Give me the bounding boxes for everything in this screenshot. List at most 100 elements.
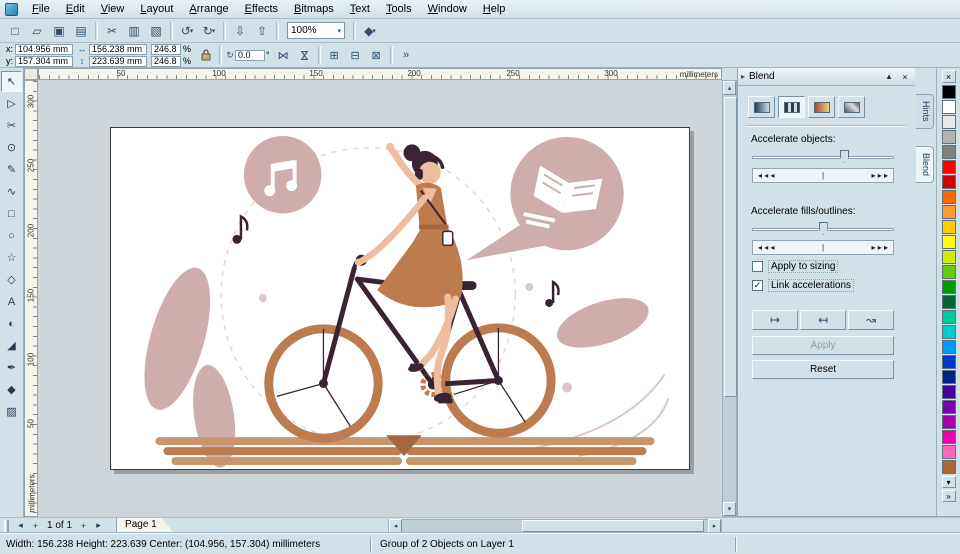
blend-acceleration-tab[interactable]	[778, 96, 805, 118]
height-field[interactable]: 223.639 mm	[89, 56, 147, 67]
palette-swatch[interactable]	[942, 445, 956, 459]
angle-field[interactable]: 0.0	[235, 50, 265, 61]
tab-blend[interactable]: Blend	[916, 146, 934, 183]
zoom-level-combo[interactable]: 100% ▾	[287, 22, 345, 39]
menu-text[interactable]: Text	[342, 1, 378, 17]
palette-swatch[interactable]	[942, 190, 956, 204]
pick-tool[interactable]: ↖	[1, 71, 22, 92]
palette-swatch[interactable]	[942, 400, 956, 414]
menu-help[interactable]: Help	[475, 1, 514, 17]
palette-swatch[interactable]	[942, 250, 956, 264]
docker-flyout-icon[interactable]: ▸	[741, 72, 745, 81]
smart-fill-tool[interactable]: ∿	[1, 181, 22, 202]
palette-swatch[interactable]	[942, 205, 956, 219]
width-field[interactable]: 156.238 mm	[89, 44, 147, 55]
blend-color-tab[interactable]	[808, 96, 835, 118]
cut-button[interactable]: ✂	[101, 21, 123, 41]
tab-hints[interactable]: Hints	[916, 94, 934, 129]
accelerate-objects-slider[interactable]	[752, 150, 894, 164]
prev-page-button[interactable]: ◂	[13, 519, 28, 533]
vertical-scroll-thumb[interactable]	[724, 97, 737, 397]
freehand-tool[interactable]: ✎	[1, 159, 22, 180]
blend-start-button[interactable]: ↦	[752, 310, 798, 330]
new-document-button[interactable]: □	[4, 21, 26, 41]
open-button[interactable]: ▱	[26, 21, 48, 41]
menu-edit[interactable]: Edit	[58, 1, 93, 17]
palette-swatch[interactable]	[942, 355, 956, 369]
vertical-ruler[interactable]: 300 250 200 150 100 50 millimeters	[24, 80, 38, 517]
palette-scroll-down-button[interactable]: ▾	[942, 476, 956, 488]
speech-bubble[interactable]	[467, 137, 624, 260]
blend-steps-tab[interactable]	[748, 96, 775, 118]
apply-to-sizing-checkbox[interactable]: Apply to sizing	[752, 260, 838, 273]
undo-button[interactable]: ↺▾	[176, 21, 198, 41]
palette-swatch[interactable]	[942, 85, 956, 99]
page[interactable]	[110, 127, 690, 470]
palette-swatch[interactable]	[942, 325, 956, 339]
slider-handle[interactable]	[819, 222, 828, 235]
scroll-up-button[interactable]: ▴	[723, 81, 736, 95]
scroll-down-button[interactable]: ▾	[723, 502, 736, 516]
palette-swatch[interactable]	[942, 370, 956, 384]
import-button[interactable]: ⇩	[229, 21, 251, 41]
x-position-field[interactable]: 104.956 mm	[15, 44, 73, 55]
misc-blend-options-tab[interactable]	[838, 96, 865, 118]
y-position-field[interactable]: 157.304 mm	[15, 56, 73, 67]
interactive-blend-tool[interactable]: ◐	[1, 313, 22, 334]
palette-swatch[interactable]	[942, 385, 956, 399]
palette-swatch[interactable]	[942, 295, 956, 309]
basic-shapes-tool[interactable]: ◇	[1, 269, 22, 290]
quick-customize-button[interactable]: »	[396, 46, 417, 65]
ellipse-tool[interactable]: ○	[1, 225, 22, 246]
palette-swatch[interactable]	[942, 460, 956, 474]
menu-file[interactable]: File	[24, 1, 58, 17]
palette-close-button[interactable]: ×	[942, 70, 956, 83]
palette-swatch[interactable]	[942, 145, 956, 159]
group-button[interactable]: ⊞	[324, 46, 345, 65]
docker-close-button[interactable]: ×	[898, 70, 912, 83]
polygon-tool[interactable]: ☆	[1, 247, 22, 268]
interactive-fill-tool[interactable]: ▨	[1, 401, 22, 422]
palette-swatch[interactable]	[942, 280, 956, 294]
drawing-canvas[interactable]	[38, 80, 722, 517]
menu-arrange[interactable]: Arrange	[181, 1, 236, 17]
crop-tool[interactable]: ✂	[1, 115, 22, 136]
blend-path-button[interactable]: ↝	[848, 310, 894, 330]
menu-bitmaps[interactable]: Bitmaps	[286, 1, 342, 17]
menu-tools[interactable]: Tools	[378, 1, 420, 17]
horizontal-ruler[interactable]: 50 100 150 200 250 300 millimeters	[38, 68, 722, 80]
eyedropper-tool[interactable]: ◢	[1, 335, 22, 356]
horizontal-scrollbar[interactable]: ◂ ▸	[388, 519, 722, 533]
docker-collapse-button[interactable]: ▴	[882, 70, 896, 83]
ruler-origin-button[interactable]	[24, 68, 38, 80]
vertical-scrollbar[interactable]: ▴ ▾	[722, 80, 737, 517]
save-button[interactable]: ▣	[48, 21, 70, 41]
palette-swatch[interactable]	[942, 265, 956, 279]
add-page-after-button[interactable]: +	[76, 519, 91, 533]
shape-tool[interactable]: ▷	[1, 93, 22, 114]
apply-button[interactable]: Apply	[752, 336, 894, 355]
palette-swatch[interactable]	[942, 175, 956, 189]
palette-swatch[interactable]	[942, 310, 956, 324]
menu-layout[interactable]: Layout	[132, 1, 181, 17]
palette-expand-button[interactable]: »	[942, 490, 956, 502]
reset-button[interactable]: Reset	[752, 360, 894, 379]
palette-swatch[interactable]	[942, 235, 956, 249]
combine-button[interactable]: ⊠	[366, 46, 387, 65]
mirror-vertical-button[interactable]: ⋈	[295, 45, 314, 66]
palette-swatch[interactable]	[942, 415, 956, 429]
accelerate-fills-slider[interactable]	[752, 222, 894, 236]
rectangle-tool[interactable]: □	[1, 203, 22, 224]
palette-swatch[interactable]	[942, 430, 956, 444]
scroll-right-button[interactable]: ▸	[708, 519, 721, 533]
palette-swatch[interactable]	[942, 160, 956, 174]
mirror-horizontal-button[interactable]: ⋈	[273, 46, 294, 65]
lock-ratio-button[interactable]	[195, 44, 216, 67]
scale-x-field[interactable]: 246.8	[151, 44, 181, 55]
zoom-tool[interactable]: ⊙	[1, 137, 22, 158]
text-tool[interactable]: A	[1, 291, 22, 312]
add-page-before-button[interactable]: +	[28, 519, 43, 533]
checkbox-box[interactable]: ✓	[752, 280, 763, 291]
checkbox-box[interactable]	[752, 261, 763, 272]
palette-swatch[interactable]	[942, 115, 956, 129]
